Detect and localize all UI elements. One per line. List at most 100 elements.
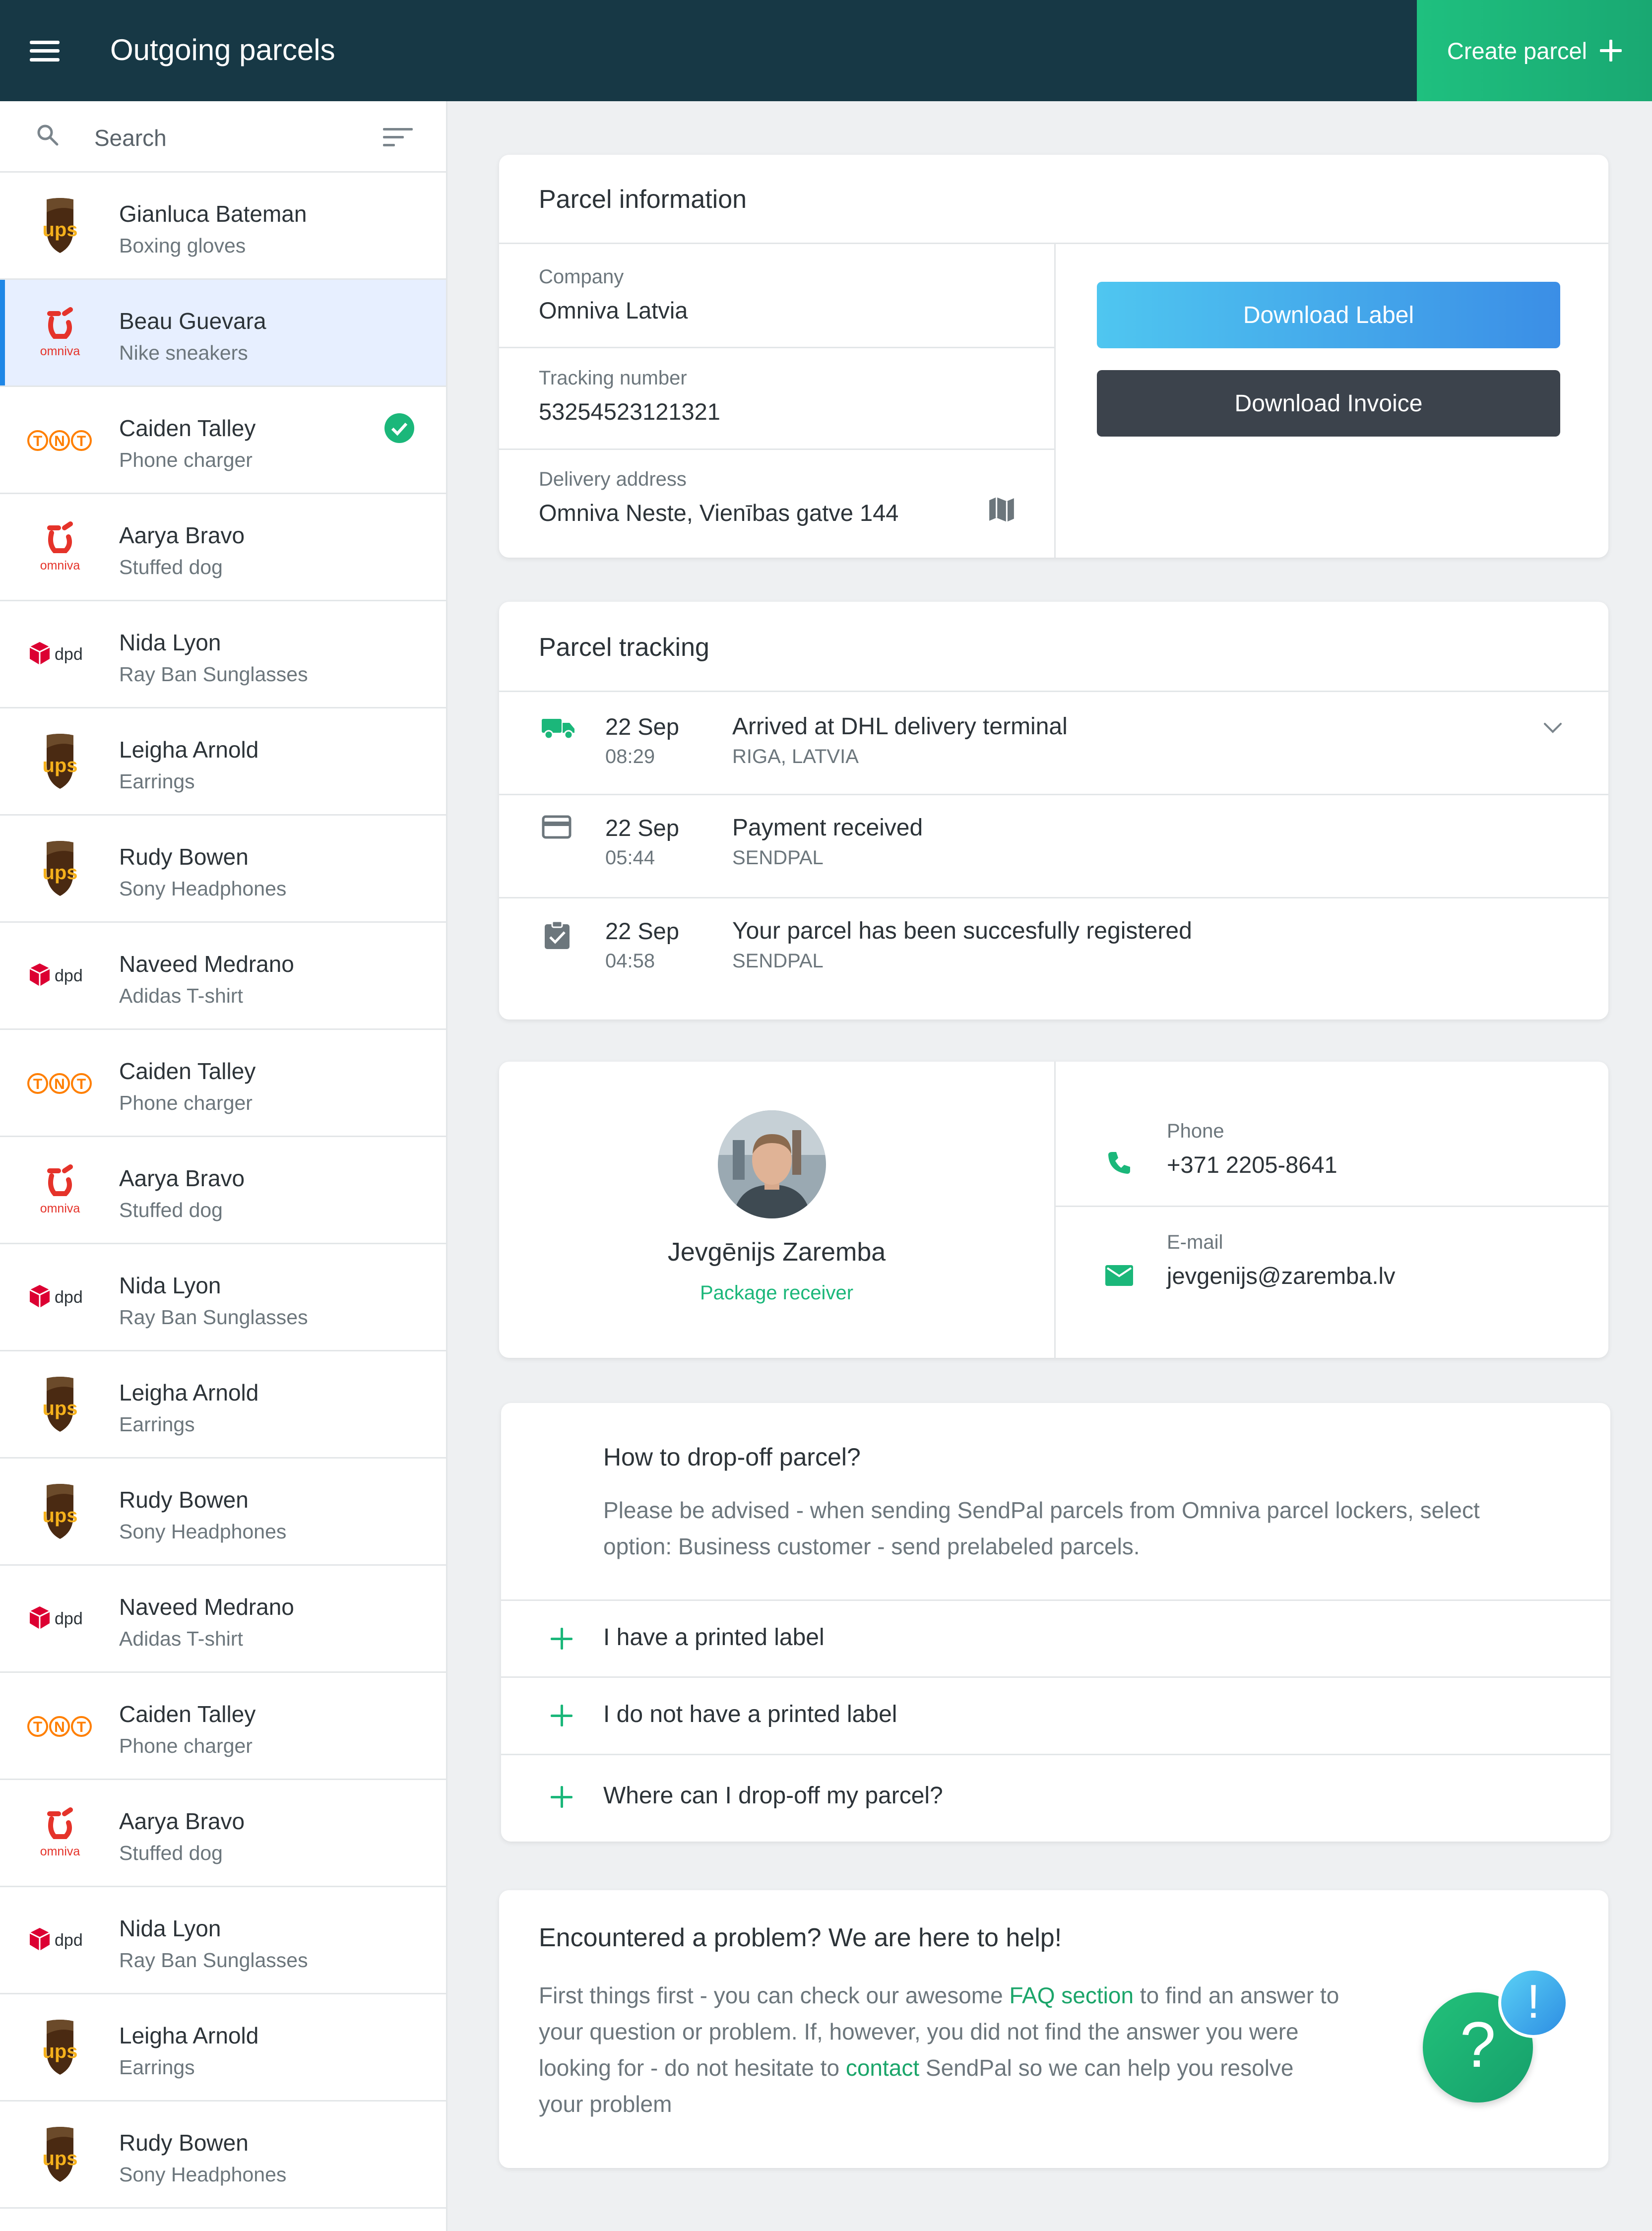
help-card: Encountered a problem? We are here to he… [499,1890,1608,2168]
phone-label: Phone [1167,1120,1224,1142]
list-item[interactable]: ups Leigha Arnold Earrings [0,1994,446,2102]
svg-text:ups: ups [42,1398,77,1419]
list-item[interactable]: T N T Caiden Talley Phone charger [0,387,446,494]
parcel-item: Stuffed dog [119,556,223,578]
parcel-item: Boxing gloves [119,234,246,257]
list-item[interactable]: dpd Nida Lyon Ray Ban Sunglasses [0,1244,446,1351]
parcel-item: Sony Headphones [119,877,287,900]
faq-link[interactable]: FAQ section [1009,1982,1134,2008]
tnt-logo-icon: TNT [23,412,97,469]
parcel-list: ups Gianluca Bateman Boxing gloves omniva Be… [0,173,446,2209]
search-icon [37,125,59,146]
map-icon[interactable] [987,495,1016,524]
filter-icon[interactable] [383,128,413,147]
event-date: 22 Sep [605,918,679,944]
parcel-item: Stuffed dog [119,1842,223,1864]
recipient-name: Leigha Arnold [119,1380,259,1405]
chevron-down-icon[interactable] [1543,722,1563,734]
list-item[interactable]: omniva Aarya Bravo Stuffed dog [0,494,446,601]
event-title: Your parcel has been succesfully registe… [732,918,1192,944]
event-time: 08:29 [605,746,655,767]
delivery-address-label: Delivery address [539,468,687,490]
accordion-item-printed-label[interactable]: I have a printed label [501,1601,1610,1676]
svg-text:omniva: omniva [40,1202,80,1215]
svg-text:omniva: omniva [40,559,80,573]
svg-text:T: T [77,433,86,449]
create-parcel-button[interactable]: Create parcel [1417,0,1652,101]
search-input[interactable] [93,123,351,153]
list-item[interactable]: dpd Nida Lyon Ray Ban Sunglasses [0,1887,446,1994]
list-item[interactable]: omniva Beau Guevara Nike sneakers [0,280,446,387]
list-item[interactable]: T N T Caiden Talley Phone charger [0,1030,446,1137]
parcel-item: Ray Ban Sunglasses [119,1949,308,1972]
tracking-event: 22 Sep 04:58 Your parcel has been succes… [499,898,1608,1000]
ups-logo-icon: ups [23,1483,97,1541]
list-item[interactable]: dpd Naveed Medrano Adidas T-shirt [0,923,446,1030]
recipient-name: Naveed Medrano [119,951,294,977]
parcel-item: Stuffed dog [119,1199,223,1221]
recipient-name: Beau Guevara [119,308,266,334]
accordion-label: I have a printed label [603,1624,825,1651]
accordion-label: Where can I drop-off my parcel? [603,1783,943,1809]
parcel-item: Phone charger [119,1091,253,1114]
accordion-item-dropoff-location[interactable]: Where can I drop-off my parcel? [501,1755,1610,1842]
omniva-logo-icon: omniva [23,1805,97,1862]
svg-text:ups: ups [42,2040,77,2062]
receiver-card: Jevgēnijs Zaremba Package receiver Phone… [499,1062,1608,1358]
recipient-name: Leigha Arnold [119,2023,259,2048]
svg-text:ups: ups [42,862,77,884]
parcel-list-sidebar: ups Gianluca Bateman Boxing gloves omniva Be… [0,101,447,2231]
ups-logo-icon: ups [23,840,97,898]
list-item[interactable]: omniva Aarya Bravo Stuffed dog [0,1137,446,1244]
parcel-item: Sony Headphones [119,2163,287,2186]
list-item[interactable]: ups Leigha Arnold Earrings [0,1351,446,1459]
recipient-name: Rudy Bowen [119,2130,249,2156]
recipient-name: Caiden Talley [119,1058,256,1084]
list-item[interactable]: dpd Nida Lyon Ray Ban Sunglasses [0,601,446,708]
hamburger-menu-icon[interactable] [30,41,60,62]
accordion-item-no-printed-label[interactable]: I do not have a printed label [501,1678,1610,1754]
plus-icon [551,1705,572,1726]
list-item[interactable]: T N T Caiden Talley Phone charger [0,1673,446,1780]
recipient-name: Nida Lyon [119,1273,221,1298]
accordion-label: I do not have a printed label [603,1701,897,1727]
list-item[interactable]: ups Rudy Bowen Sony Headphones [0,816,446,923]
event-title: Payment received [732,815,923,841]
recipient-name: Rudy Bowen [119,844,249,870]
svg-text:omniva: omniva [40,1845,80,1858]
list-item[interactable]: dpd Naveed Medrano Adidas T-shirt [0,1566,446,1673]
ups-logo-icon: ups [23,733,97,791]
company-label: Company [539,266,624,288]
event-place: SENDPAL [732,950,824,972]
dropoff-card: How to drop-off parcel? Please be advise… [501,1403,1610,1842]
svg-text:dpd: dpd [55,1931,83,1950]
list-item[interactable]: ups Rudy Bowen Sony Headphones [0,2102,446,2209]
parcel-item: Sony Headphones [119,1520,287,1543]
svg-text:ups: ups [42,2148,77,2169]
svg-text:ups: ups [42,755,77,776]
recipient-name: Naveed Medrano [119,1594,294,1620]
download-invoice-button[interactable]: Download Invoice [1097,370,1560,437]
download-label-button[interactable]: Download Label [1097,282,1560,348]
list-item[interactable]: omniva Aarya Bravo Stuffed dog [0,1780,446,1887]
list-item[interactable]: ups Rudy Bowen Sony Headphones [0,1459,446,1566]
plus-icon [1600,40,1622,62]
phone-value[interactable]: +371 2205-8641 [1167,1151,1337,1178]
app-header: Outgoing parcels Create parcel [0,0,1652,101]
email-value[interactable]: jevgenijs@zaremba.lv [1167,1262,1395,1289]
contact-link[interactable]: contact [846,2055,919,2081]
dropoff-text-line2: option: Business customer - send prelabe… [603,1533,1140,1559]
truck-icon [542,719,574,740]
list-item[interactable]: ups Gianluca Bateman Boxing gloves [0,173,446,280]
parcel-item: Ray Ban Sunglasses [119,1306,308,1329]
parcel-item: Earrings [119,2056,195,2079]
recipient-name: Aarya Bravo [119,1808,245,1834]
recipient-name: Nida Lyon [119,1915,221,1941]
parcel-information-card: Parcel information Company Omniva Latvia… [499,155,1608,558]
recipient-name: Caiden Talley [119,415,256,441]
tracking-event[interactable]: 22 Sep 08:29 Arrived at DHL delivery ter… [499,692,1608,794]
list-item[interactable]: ups Leigha Arnold Earrings [0,708,446,816]
receiver-name: Jevgēnijs Zaremba [667,1238,886,1267]
tracking-number-value: 53254523121321 [539,398,720,425]
dpd-logo-icon: dpd [23,1591,97,1648]
